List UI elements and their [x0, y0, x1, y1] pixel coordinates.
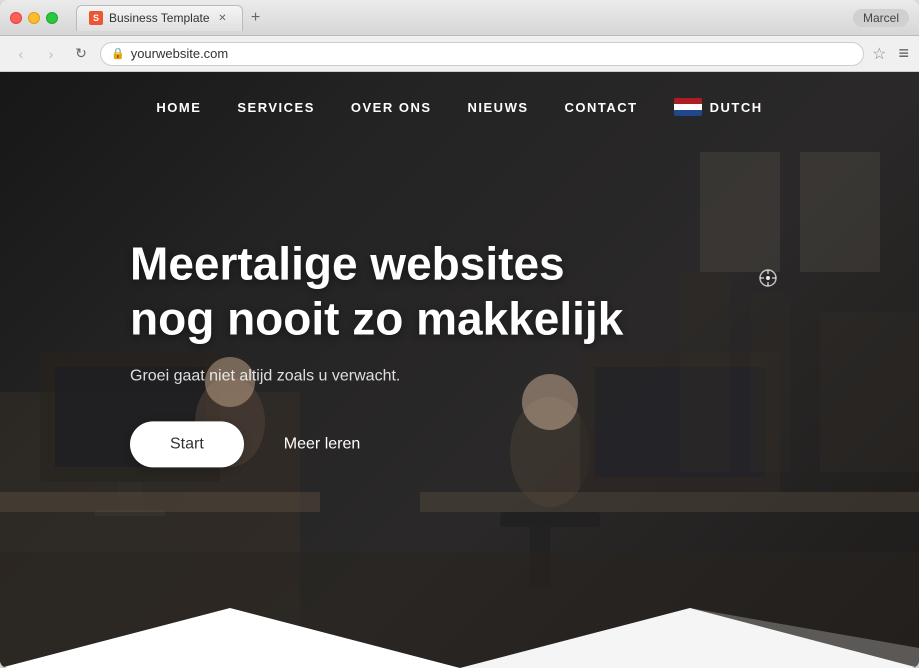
browser-window: S Business Template ✕ + Marcel ‹ › ↻ 🔒 y… [0, 0, 919, 668]
title-bar: S Business Template ✕ + Marcel [0, 0, 919, 36]
zigzag-decoration [0, 588, 919, 668]
start-button[interactable]: Start [130, 421, 244, 467]
hero-buttons: Start Meer leren [130, 421, 623, 467]
tab-title: Business Template [109, 11, 210, 25]
main-nav: HOME SERVICES OVER ONS NIEUWS CONTACT DU… [0, 72, 919, 142]
new-tab-button[interactable]: + [247, 9, 265, 27]
lang-label: DUTCH [710, 100, 763, 115]
url-text: yourwebsite.com [131, 46, 229, 61]
nav-home[interactable]: HOME [156, 100, 201, 115]
hero-title: Meertalige websites nog nooit zo makkeli… [130, 237, 623, 347]
back-button[interactable]: ‹ [10, 43, 32, 65]
nav-links: HOME SERVICES OVER ONS NIEUWS CONTACT DU… [156, 98, 762, 116]
url-bar[interactable]: 🔒 yourwebsite.com [100, 42, 864, 66]
lock-icon: 🔒 [111, 47, 125, 60]
nav-nieuws[interactable]: NIEUWS [468, 100, 529, 115]
address-bar: ‹ › ↻ 🔒 yourwebsite.com ☆ ≡ [0, 36, 919, 72]
minimize-button[interactable] [28, 12, 40, 24]
nl-flag-icon [674, 98, 702, 116]
user-badge: Marcel [853, 9, 909, 27]
tab-bar: S Business Template ✕ + [76, 5, 845, 31]
traffic-lights [10, 12, 58, 24]
tab-close-button[interactable]: ✕ [216, 11, 230, 25]
hero-content: Meertalige websites nog nooit zo makkeli… [130, 237, 623, 467]
nav-over-ons[interactable]: OVER ONS [351, 100, 432, 115]
nav-contact[interactable]: CONTACT [565, 100, 638, 115]
browser-menu-button[interactable]: ≡ [898, 43, 909, 64]
meer-leren-button[interactable]: Meer leren [264, 421, 380, 467]
forward-button[interactable]: › [40, 43, 62, 65]
nav-services[interactable]: SERVICES [237, 100, 315, 115]
hero-title-line2: nog nooit zo makkelijk [130, 293, 623, 345]
tab-favicon: S [89, 11, 103, 25]
hero-subtitle: Groei gaat niet altijd zoals u verwacht. [130, 367, 623, 385]
active-tab[interactable]: S Business Template ✕ [76, 5, 243, 31]
language-selector[interactable]: DUTCH [674, 98, 763, 116]
refresh-button[interactable]: ↻ [70, 43, 92, 65]
bookmark-button[interactable]: ☆ [872, 44, 886, 64]
close-button[interactable] [10, 12, 22, 24]
hero-title-line1: Meertalige websites [130, 238, 565, 290]
maximize-button[interactable] [46, 12, 58, 24]
hero-section: HOME SERVICES OVER ONS NIEUWS CONTACT DU… [0, 72, 919, 668]
website-content: HOME SERVICES OVER ONS NIEUWS CONTACT DU… [0, 72, 919, 668]
flag-blue-stripe [674, 110, 702, 116]
